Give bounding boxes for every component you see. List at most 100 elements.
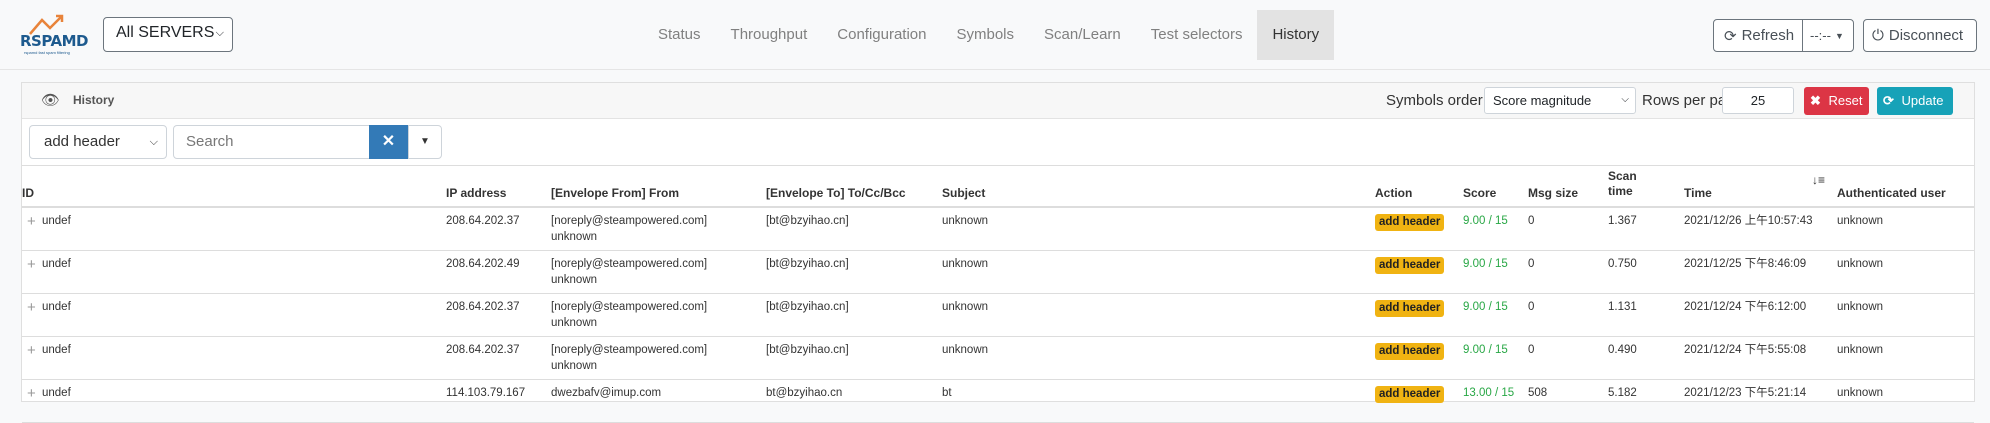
symbols-order-label: Symbols order: [1386, 92, 1487, 109]
tab-status[interactable]: Status [643, 10, 716, 60]
column-time[interactable]: Time [1684, 186, 1712, 200]
table-row[interactable]: + undef 208.64.202.49 [noreply@steampowered… [22, 251, 1974, 294]
cell-time: 2021/12/24 下午5:55:08 [1684, 344, 1807, 356]
cell-score: 13.00 / 15 [1463, 387, 1515, 399]
column-id[interactable]: ID [22, 186, 34, 200]
action-filter-value: add header [44, 133, 120, 150]
search-input[interactable]: Search [173, 125, 371, 159]
refresh-icon: ⟳ [1724, 27, 1737, 45]
action-badge: add header [1375, 257, 1445, 274]
cell-scan-time: 1.131 [1608, 301, 1637, 313]
rspamd-logo[interactable]: RSPAMD rspamd fast spam filtering [20, 14, 92, 56]
refresh-icon: ⟳ [1883, 93, 1894, 108]
main-nav: Status Throughput Configuration Symbols … [643, 10, 1335, 60]
tab-symbols[interactable]: Symbols [942, 10, 1030, 60]
table-row[interactable]: + undef 208.64.202.37 [noreply@steampowered… [22, 337, 1974, 380]
cell-from: dwezbafv@imup.com [551, 387, 662, 399]
column-msg-size[interactable]: Msg size [1528, 186, 1578, 200]
reset-button[interactable]: ✖ Reset [1804, 87, 1869, 115]
search-options-dropdown[interactable]: ▼ [408, 125, 442, 159]
caret-down-icon: ▼ [420, 136, 430, 147]
cell-size: 0 [1528, 258, 1535, 270]
server-select-value: All SERVERS [116, 24, 215, 41]
update-label: Update [1901, 93, 1944, 108]
cell-subject: unknown [942, 258, 989, 270]
cell-user: unknown [1837, 301, 1884, 313]
column-from[interactable]: [Envelope From] From [551, 186, 679, 200]
cell-size: 0 [1528, 301, 1535, 313]
chevron-down-icon: ⌵ [215, 27, 224, 39]
cell-to: [bt@bzyihao.cn] [766, 215, 849, 227]
expand-row-icon[interactable]: + [27, 385, 36, 402]
navbar: RSPAMD rspamd fast spam filtering All SE… [0, 0, 1990, 70]
cell-scan-time: 0.490 [1608, 344, 1637, 356]
cell-from-secondary: unknown [551, 231, 598, 243]
tab-throughput[interactable]: Throughput [716, 10, 823, 60]
close-icon: ✕ [381, 133, 396, 150]
column-to[interactable]: [Envelope To] To/Cc/Bcc [766, 186, 906, 200]
expand-row-icon[interactable]: + [27, 299, 36, 316]
cell-user: unknown [1837, 258, 1884, 270]
cell-subject: unknown [942, 215, 989, 227]
history-card-header: 👁 History Symbols order: Score magnitude… [22, 83, 1974, 119]
cell-size: 508 [1528, 387, 1548, 399]
cell-ip: 208.64.202.37 [446, 301, 520, 313]
sort-desc-icon[interactable]: ↓≡ [1812, 173, 1825, 187]
column-auth-user[interactable]: Authenticated user [1837, 186, 1946, 200]
table-row[interactable]: + undef 208.64.202.37 [noreply@steampowered… [22, 294, 1974, 337]
cell-score: 9.00 / 15 [1463, 215, 1508, 227]
cell-size: 0 [1528, 215, 1535, 227]
column-score[interactable]: Score [1463, 186, 1496, 200]
column-action[interactable]: Action [1375, 186, 1412, 200]
refresh-interval-dropdown[interactable]: --:-- ▼ [1802, 19, 1854, 52]
cell-to: [bt@bzyihao.cn] [766, 258, 849, 270]
refresh-button[interactable]: ⟳ Refresh [1713, 19, 1803, 52]
tab-scan-learn[interactable]: Scan/Learn [1029, 10, 1136, 60]
cell-scan-time: 0.750 [1608, 258, 1637, 270]
cell-to: bt@bzyihao.cn [766, 387, 843, 399]
cell-to: [bt@bzyihao.cn] [766, 344, 849, 356]
cell-time: 2021/12/23 下午5:21:14 [1684, 387, 1807, 399]
reset-label: Reset [1828, 93, 1863, 108]
action-badge: add header [1375, 214, 1445, 231]
expand-row-icon[interactable]: + [27, 213, 36, 230]
cell-ip: 208.64.202.37 [446, 215, 520, 227]
symbols-order-select[interactable]: Score magnitude ⌵ [1484, 87, 1636, 114]
expand-row-icon[interactable]: + [27, 256, 36, 273]
history-title: History [73, 93, 115, 107]
server-select[interactable]: All SERVERS ⌵ [103, 17, 233, 52]
disconnect-label: Disconnect [1888, 27, 1964, 44]
expand-row-icon[interactable]: + [27, 342, 36, 359]
tab-configuration[interactable]: Configuration [822, 10, 941, 60]
cell-time: 2021/12/24 下午6:12:00 [1684, 301, 1807, 313]
disconnect-button[interactable]: ⏻ Disconnect [1863, 19, 1977, 52]
tab-history[interactable]: History [1257, 10, 1335, 60]
clear-search-button[interactable]: ✕ [369, 125, 408, 159]
tab-test-selectors[interactable]: Test selectors [1136, 10, 1258, 60]
cell-from-secondary: unknown [551, 274, 598, 286]
action-filter-select[interactable]: add header ⌵ [29, 125, 167, 159]
cell-time: 2021/12/26 上午10:57:43 [1684, 215, 1813, 227]
table-header: ID IP address [Envelope From] From [Enve… [22, 165, 1974, 208]
column-ip[interactable]: IP address [446, 186, 506, 200]
column-scan-time[interactable]: Scan time [1608, 169, 1648, 199]
update-button[interactable]: ⟳ Update [1877, 87, 1953, 115]
cell-user: unknown [1837, 344, 1884, 356]
cell-subject: bt [942, 387, 952, 399]
cell-from-secondary: unknown [551, 317, 598, 329]
cell-id: undef [42, 258, 71, 270]
refresh-interval-label: --:-- [1810, 28, 1831, 43]
rows-per-page-input[interactable]: 25 [1722, 87, 1794, 114]
table-row[interactable]: + undef 114.103.79.167 dwezbafv@imup.com bt@… [22, 380, 1974, 423]
cell-from: [noreply@steampowered.com] [551, 301, 708, 313]
column-subject[interactable]: Subject [942, 186, 985, 200]
history-card: 👁 History Symbols order: Score magnitude… [21, 82, 1975, 423]
table-row[interactable]: + undef 208.64.202.37 [noreply@steampowered… [22, 208, 1974, 251]
cell-id: undef [42, 387, 71, 399]
cell-ip: 208.64.202.49 [446, 258, 520, 270]
action-badge: add header [1375, 300, 1445, 317]
chevron-down-icon: ⌵ [1621, 94, 1629, 105]
cell-user: unknown [1837, 387, 1884, 399]
logo-subtext: rspamd fast spam filtering [24, 50, 70, 55]
cell-score: 9.00 / 15 [1463, 301, 1508, 313]
